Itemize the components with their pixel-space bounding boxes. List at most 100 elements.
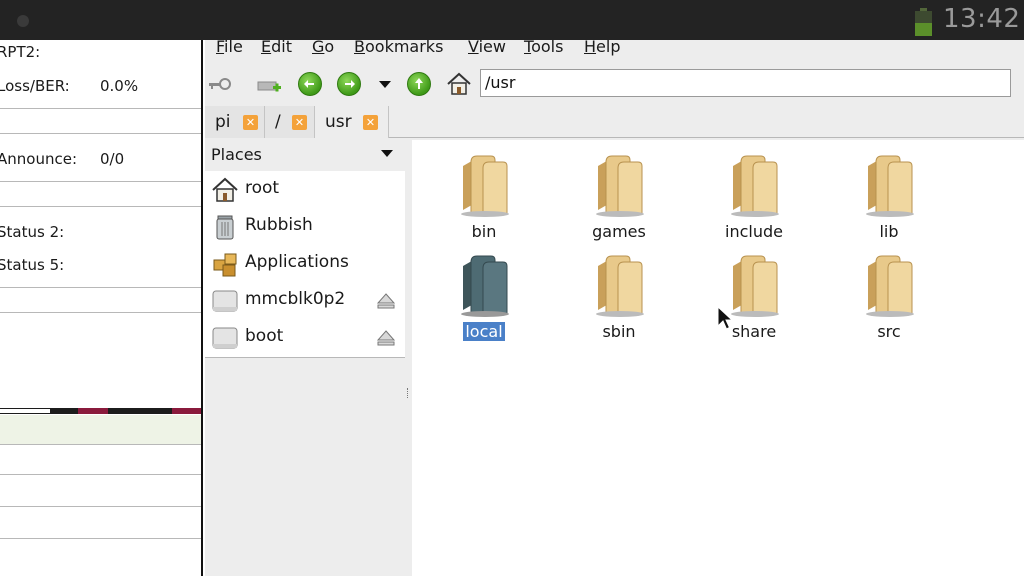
info-value-loss-ber: 0.0% <box>100 77 139 95</box>
folder-icon <box>866 155 914 217</box>
place-root[interactable]: root <box>205 171 405 208</box>
places-sidebar: Places root Rubbish Applications mmcblk0… <box>205 140 405 576</box>
menu-bookmarks[interactable]: Bookmarks <box>354 39 443 55</box>
battery-icon <box>915 8 932 36</box>
place-label: Rubbish <box>245 215 313 235</box>
divider <box>0 312 201 313</box>
info-label-announce: Announce: <box>0 150 77 168</box>
home-button[interactable] <box>445 70 473 98</box>
background-app-panel: RPT2: Loss/BER: 0.0% Announce: 0/0 Statu… <box>0 40 203 576</box>
places-header-label: Places <box>211 145 262 164</box>
info-value-announce: 0/0 <box>100 150 125 168</box>
folder-icon <box>461 255 509 317</box>
folder-icon <box>866 255 914 317</box>
pane-splitter[interactable] <box>405 140 412 576</box>
place-label: root <box>245 178 280 198</box>
home-icon <box>212 177 238 202</box>
back-button[interactable] <box>296 70 324 98</box>
info-label-loss-ber: Loss/BER: <box>0 77 70 95</box>
drive-icon <box>212 327 238 349</box>
folder-icon <box>731 155 779 217</box>
notification-dot-icon <box>17 15 29 27</box>
trash-icon <box>216 215 234 240</box>
menu-help[interactable]: Help <box>584 39 620 55</box>
file-name: local <box>463 322 505 341</box>
divider <box>0 506 201 507</box>
tab-label: pi <box>215 112 231 132</box>
folder-item[interactable]: sbin <box>564 248 674 343</box>
highlight-row <box>0 415 201 445</box>
file-name: share <box>731 322 777 341</box>
place-label: mmcblk0p2 <box>245 289 346 309</box>
up-arrow-icon <box>407 72 431 96</box>
toolbar: /usr <box>205 64 1024 102</box>
forward-arrow-icon <box>337 72 361 96</box>
mouse-cursor-icon <box>717 306 733 330</box>
info-label-status-5: Status 5: <box>0 256 65 274</box>
home-icon <box>447 72 471 95</box>
close-tab-icon[interactable]: ✕ <box>243 115 258 130</box>
folder-icon <box>731 255 779 317</box>
folder-icon <box>596 155 644 217</box>
folder-item[interactable]: lib <box>834 148 944 243</box>
close-tab-icon[interactable]: ✕ <box>363 115 378 130</box>
eject-icon[interactable] <box>377 330 395 346</box>
folder-icon <box>596 255 644 317</box>
divider <box>0 287 201 288</box>
key-icon[interactable] <box>206 70 234 98</box>
tab-label: usr <box>325 112 352 132</box>
place-label: boot <box>245 326 284 346</box>
status-bar: 13:42 <box>0 0 1024 40</box>
folder-item[interactable]: src <box>834 248 944 343</box>
file-name: games <box>592 222 646 241</box>
tab-bar: pi ✕ / ✕ usr ✕ <box>205 106 1024 138</box>
divider <box>0 206 201 207</box>
new-tab-icon[interactable] <box>255 70 283 98</box>
history-dropdown-button[interactable] <box>371 70 399 98</box>
menu-go[interactable]: Go <box>312 39 334 55</box>
folder-item[interactable]: games <box>564 148 674 243</box>
divider <box>0 538 201 539</box>
divider <box>0 133 201 134</box>
file-name: bin <box>471 222 497 241</box>
place-mmcblk0p2[interactable]: mmcblk0p2 <box>205 282 405 319</box>
place-applications[interactable]: Applications <box>205 245 405 282</box>
tab-root[interactable]: / ✕ <box>265 106 315 138</box>
folder-item-selected[interactable]: local <box>429 248 539 343</box>
folder-icon <box>461 155 509 217</box>
tab-label: / <box>275 112 281 132</box>
file-name: src <box>877 322 901 341</box>
menu-bar: File Edit Go Bookmarks View Tools Help <box>205 39 1024 64</box>
divider <box>0 108 201 109</box>
status-clock: 13:42 <box>943 4 1021 34</box>
file-name: sbin <box>602 322 636 341</box>
folder-item[interactable]: share <box>699 248 809 343</box>
file-name: include <box>725 222 783 241</box>
place-rubbish[interactable]: Rubbish <box>205 208 405 245</box>
tab-pi[interactable]: pi ✕ <box>205 106 265 138</box>
place-label: Applications <box>245 252 349 272</box>
menu-edit[interactable]: Edit <box>261 39 292 55</box>
drive-icon <box>212 290 238 312</box>
info-label-rpt2: RPT2: <box>0 43 41 61</box>
folder-item[interactable]: include <box>699 148 809 243</box>
places-list: root Rubbish Applications mmcblk0p2 boot <box>205 171 405 358</box>
close-tab-icon[interactable]: ✕ <box>292 115 307 130</box>
level-meter <box>0 408 201 414</box>
places-selector[interactable]: Places <box>205 140 405 170</box>
tab-usr[interactable]: usr ✕ <box>315 106 389 138</box>
file-manager-window: File Edit Go Bookmarks View Tools Help /… <box>205 39 1024 576</box>
menu-tools[interactable]: Tools <box>524 39 563 55</box>
folder-item[interactable]: bin <box>429 148 539 243</box>
back-arrow-icon <box>298 72 322 96</box>
place-boot[interactable]: boot <box>205 319 405 356</box>
eject-icon[interactable] <box>377 293 395 309</box>
file-name: lib <box>879 222 899 241</box>
file-view: bin games include lib local sbin share s… <box>412 140 1024 576</box>
menu-view[interactable]: View <box>468 39 506 55</box>
menu-file[interactable]: File <box>216 39 243 55</box>
forward-button[interactable] <box>335 70 363 98</box>
up-button[interactable] <box>405 70 433 98</box>
info-label-status-2: Status 2: <box>0 223 65 241</box>
address-bar[interactable]: /usr <box>480 69 1011 97</box>
